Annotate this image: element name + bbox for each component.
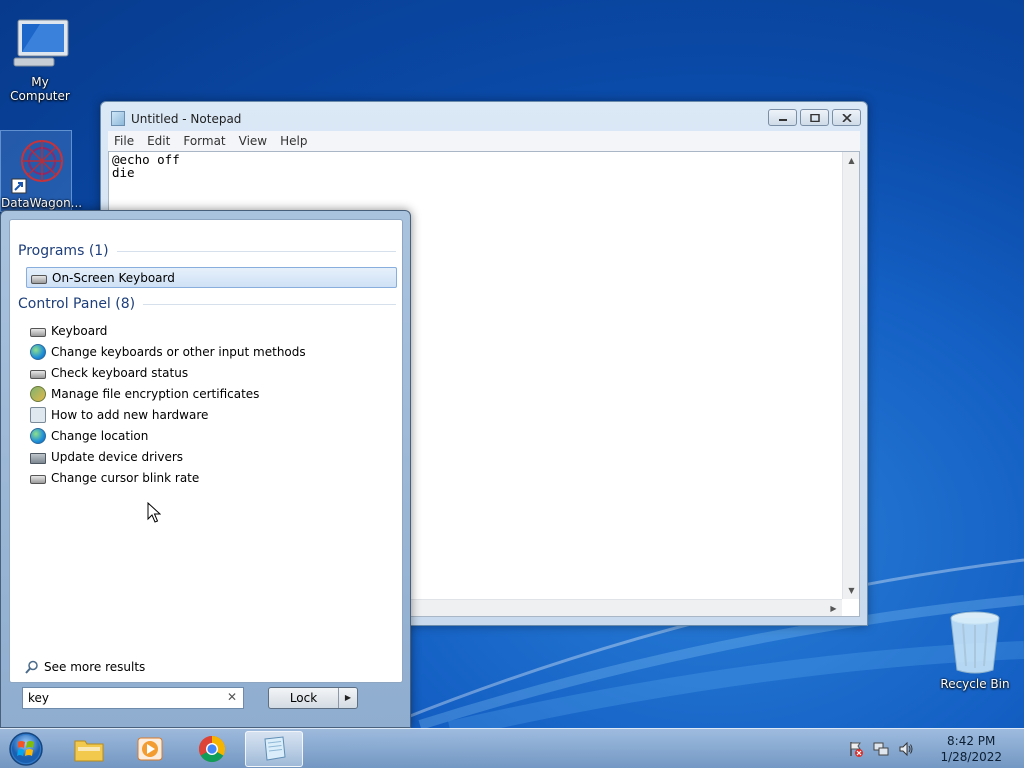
search-results-panel: Programs (1) On-Screen Keyboard Control …: [9, 219, 403, 683]
keyboard-icon: [30, 475, 46, 484]
power-options-arrow-icon[interactable]: ▶: [339, 688, 357, 708]
result-update-drivers[interactable]: Update device drivers: [26, 446, 397, 467]
computer-icon: [13, 19, 69, 67]
desktop-icon-label: My Computer: [10, 75, 70, 103]
datawagon-shortcut-icon: [11, 140, 63, 194]
result-label: Change cursor blink rate: [51, 470, 200, 485]
result-cursor-blink-rate[interactable]: Change cursor blink rate: [26, 467, 397, 488]
window-title: Untitled - Notepad: [131, 111, 242, 126]
result-change-keyboards[interactable]: Change keyboards or other input methods: [26, 341, 397, 362]
minimize-icon: [778, 118, 787, 121]
result-label: Change keyboards or other input methods: [51, 344, 306, 359]
taskbar-chrome-button[interactable]: [183, 731, 241, 767]
clock-time: 8:42 PM: [947, 734, 996, 748]
window-title-bar[interactable]: Untitled - Notepad: [111, 111, 241, 126]
taskbar-notepad-button[interactable]: [245, 731, 303, 767]
result-add-hardware[interactable]: How to add new hardware: [26, 404, 397, 425]
scroll-down-icon[interactable]: ▼: [843, 582, 860, 599]
result-label: Manage file encryption certificates: [51, 386, 260, 401]
chrome-icon: [198, 735, 226, 763]
notepad-app-icon: [111, 111, 125, 126]
action-center-flag-icon[interactable]: [848, 741, 864, 757]
divider: [143, 303, 396, 305]
mouse-cursor-icon: [147, 502, 161, 523]
network-icon[interactable]: [873, 741, 889, 757]
globe-icon: [30, 343, 46, 360]
globe-icon: [30, 427, 46, 444]
divider: [116, 250, 396, 252]
group-header-label: Programs (1): [18, 243, 109, 259]
result-label: Update device drivers: [51, 449, 184, 464]
minimize-button[interactable]: [768, 109, 797, 126]
desktop-icon-label: DataWagon...: [1, 196, 83, 210]
maximize-icon: [809, 113, 820, 122]
certificate-icon: [30, 385, 46, 402]
result-keyboard[interactable]: Keyboard: [26, 320, 397, 341]
see-more-label: See more results: [44, 660, 146, 674]
clear-search-icon[interactable]: ✕: [227, 690, 237, 704]
desktop-icon-label: Recycle Bin: [940, 677, 1010, 691]
taskbar-clock[interactable]: 8:42 PM 1/28/2022: [940, 733, 1002, 765]
result-on-screen-keyboard[interactable]: On-Screen Keyboard: [26, 267, 397, 288]
media-player-icon: [137, 737, 163, 761]
result-label: On-Screen Keyboard: [52, 270, 175, 285]
lock-button[interactable]: Lock: [269, 688, 339, 708]
menu-file[interactable]: File: [114, 134, 134, 148]
desktop-icon-datawagon[interactable]: DataWagon...: [0, 130, 83, 212]
result-change-location[interactable]: Change location: [26, 425, 397, 446]
result-label: How to add new hardware: [51, 407, 209, 422]
folder-icon: [74, 740, 104, 762]
clock-date: 1/28/2022: [940, 750, 1002, 764]
search-input[interactable]: [23, 688, 213, 708]
recycle-bin-icon: [950, 611, 1000, 674]
search-icon: [25, 660, 38, 674]
taskbar-media-player-button[interactable]: [121, 731, 179, 767]
result-manage-certificates[interactable]: Manage file encryption certificates: [26, 383, 397, 404]
hardware-icon: [30, 406, 46, 423]
menu-bar: File Edit Format View Help: [108, 131, 860, 151]
editor-text[interactable]: @echo off die: [112, 153, 180, 179]
notepad-icon: [264, 736, 286, 761]
desktop-icon-my-computer[interactable]: My Computer: [0, 18, 80, 103]
maximize-button[interactable]: [800, 109, 829, 126]
menu-view[interactable]: View: [239, 134, 267, 148]
keyboard-icon: [30, 370, 46, 379]
result-label: Check keyboard status: [51, 365, 189, 380]
window-controls: [768, 109, 861, 126]
keyboard-icon: [31, 275, 47, 284]
start-search-box[interactable]: ✕: [22, 687, 244, 709]
desktop-icon-recycle-bin[interactable]: Recycle Bin: [935, 610, 1015, 691]
taskbar-explorer-button[interactable]: [60, 731, 118, 767]
start-button[interactable]: [6, 730, 46, 768]
see-more-results-link[interactable]: See more results: [25, 660, 145, 674]
control-panel-group-header[interactable]: Control Panel (8): [18, 296, 396, 312]
lock-button-group: Lock ▶: [268, 687, 358, 709]
menu-edit[interactable]: Edit: [147, 134, 170, 148]
result-label: Keyboard: [51, 323, 108, 338]
vertical-scrollbar[interactable]: ▲ ▼: [842, 152, 859, 599]
menu-help[interactable]: Help: [280, 134, 307, 148]
system-tray: [848, 741, 914, 757]
result-label: Change location: [51, 428, 149, 443]
keyboard-icon: [30, 328, 46, 337]
result-check-keyboard-status[interactable]: Check keyboard status: [26, 362, 397, 383]
scroll-up-icon[interactable]: ▲: [843, 152, 860, 169]
close-button[interactable]: [832, 109, 861, 126]
menu-format[interactable]: Format: [183, 134, 225, 148]
start-menu: Programs (1) On-Screen Keyboard Control …: [0, 210, 411, 728]
group-header-label: Control Panel (8): [18, 296, 136, 312]
scroll-right-icon[interactable]: ▶: [825, 600, 842, 617]
driver-icon: [30, 452, 46, 464]
volume-icon[interactable]: [898, 741, 914, 757]
taskbar: 8:42 PM 1/28/2022: [0, 728, 1024, 768]
close-icon: [841, 113, 852, 122]
programs-group-header[interactable]: Programs (1): [18, 243, 396, 259]
